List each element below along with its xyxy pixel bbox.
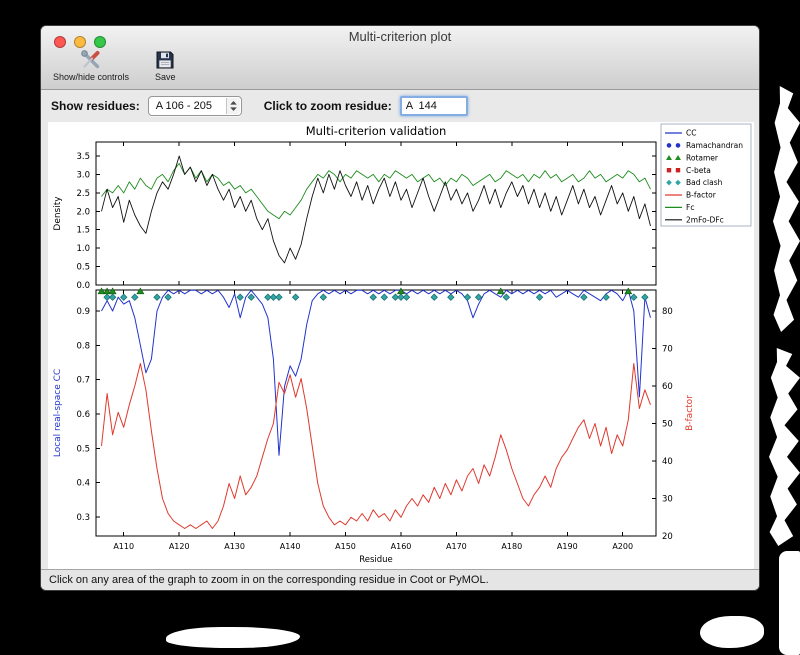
svg-text:A140: A140 <box>280 542 301 551</box>
svg-text:2.0: 2.0 <box>76 207 90 217</box>
traffic-lights <box>54 36 106 48</box>
svg-text:A120: A120 <box>169 542 190 551</box>
screen-artifact <box>773 86 800 332</box>
svg-text:Local real-space CC: Local real-space CC <box>53 369 63 457</box>
svg-text:0.0: 0.0 <box>76 281 90 291</box>
svg-text:C-beta: C-beta <box>686 166 711 175</box>
screen-artifact <box>779 551 800 655</box>
svg-text:40: 40 <box>662 457 673 467</box>
svg-text:30: 30 <box>662 495 673 505</box>
show-hide-controls-button[interactable]: Show/hide controls <box>53 48 129 82</box>
zoom-button[interactable] <box>94 36 106 48</box>
svg-text:A200: A200 <box>612 542 633 551</box>
svg-text:0.3: 0.3 <box>76 513 90 523</box>
dropdown-arrows-icon <box>225 98 240 114</box>
svg-text:80: 80 <box>662 307 673 317</box>
svg-text:CC: CC <box>686 129 696 138</box>
svg-text:20: 20 <box>662 532 673 542</box>
svg-text:A160: A160 <box>391 542 412 551</box>
zoom-residue-label: Click to zoom residue: <box>263 99 392 113</box>
save-label: Save <box>155 72 176 82</box>
svg-text:50: 50 <box>662 420 673 430</box>
svg-text:0.4: 0.4 <box>76 479 90 489</box>
svg-text:A190: A190 <box>557 542 578 551</box>
status-text: Click on any area of the graph to zoom i… <box>49 574 489 586</box>
tools-icon <box>80 48 102 72</box>
svg-text:Rotamer: Rotamer <box>686 153 719 162</box>
show-hide-controls-label: Show/hide controls <box>53 72 130 82</box>
multi-criterion-plot-window: Multi-criterion plot Show/hide controls … <box>40 25 760 591</box>
show-residues-label: Show residues: <box>51 99 140 113</box>
svg-text:3.0: 3.0 <box>76 170 90 180</box>
toolbar: Show/hide controls Save <box>53 48 176 82</box>
svg-text:A150: A150 <box>335 542 356 551</box>
svg-text:Bad clash: Bad clash <box>686 178 723 187</box>
svg-text:1.0: 1.0 <box>76 244 90 254</box>
window-header: Multi-criterion plot Show/hide controls … <box>41 26 759 90</box>
save-button[interactable]: Save <box>155 48 176 82</box>
minimize-button[interactable] <box>74 36 86 48</box>
save-icon <box>155 48 175 72</box>
svg-text:70: 70 <box>662 345 673 355</box>
svg-text:B-factor: B-factor <box>685 395 695 431</box>
controls-row: Show residues: A 106 - 205 Click to zoom… <box>41 90 759 122</box>
svg-text:B-factor: B-factor <box>686 191 717 200</box>
svg-text:2.5: 2.5 <box>76 189 90 199</box>
residue-range-value: A 106 - 205 <box>155 100 212 112</box>
svg-text:60: 60 <box>662 382 673 392</box>
svg-text:Fc: Fc <box>686 203 694 212</box>
svg-text:2mFo-DFc: 2mFo-DFc <box>686 215 724 224</box>
figure-svg: Multi-criterion validation 0.0 0.5 1.0 1.5 2.… <box>53 123 752 565</box>
svg-text:Residue: Residue <box>359 555 393 565</box>
svg-text:0.8: 0.8 <box>76 341 90 351</box>
svg-text:1.5: 1.5 <box>76 226 90 236</box>
statusbar: Click on any area of the graph to zoom i… <box>41 569 759 590</box>
svg-text:3.5: 3.5 <box>76 152 90 162</box>
svg-text:0.5: 0.5 <box>76 263 90 273</box>
svg-text:Density: Density <box>53 196 63 231</box>
screen-artifact <box>769 348 800 546</box>
screen-artifact <box>166 627 300 648</box>
screen-background: Multi-criterion plot Show/hide controls … <box>0 0 800 655</box>
residue-range-dropdown[interactable]: A 106 - 205 <box>147 96 242 116</box>
close-button[interactable] <box>54 36 66 48</box>
svg-text:A180: A180 <box>501 542 522 551</box>
svg-text:Multi-criterion validation: Multi-criterion validation <box>306 124 447 138</box>
svg-text:0.5: 0.5 <box>76 444 90 454</box>
window-title: Multi-criterion plot <box>348 29 452 44</box>
svg-text:A130: A130 <box>224 542 245 551</box>
svg-text:A110: A110 <box>113 542 134 551</box>
svg-text:A170: A170 <box>446 542 467 551</box>
svg-text:Ramachandran: Ramachandran <box>686 141 743 150</box>
multi-criterion-validation-plot[interactable]: Multi-criterion validation 0.0 0.5 1.0 1.5 2.… <box>48 122 754 570</box>
window-titlebar[interactable]: Multi-criterion plot <box>41 26 759 48</box>
zoom-residue-input[interactable] <box>399 96 468 116</box>
svg-text:0.6: 0.6 <box>76 410 90 420</box>
svg-text:0.7: 0.7 <box>76 376 90 386</box>
svg-text:0.9: 0.9 <box>76 307 90 317</box>
screen-artifact <box>700 616 764 648</box>
